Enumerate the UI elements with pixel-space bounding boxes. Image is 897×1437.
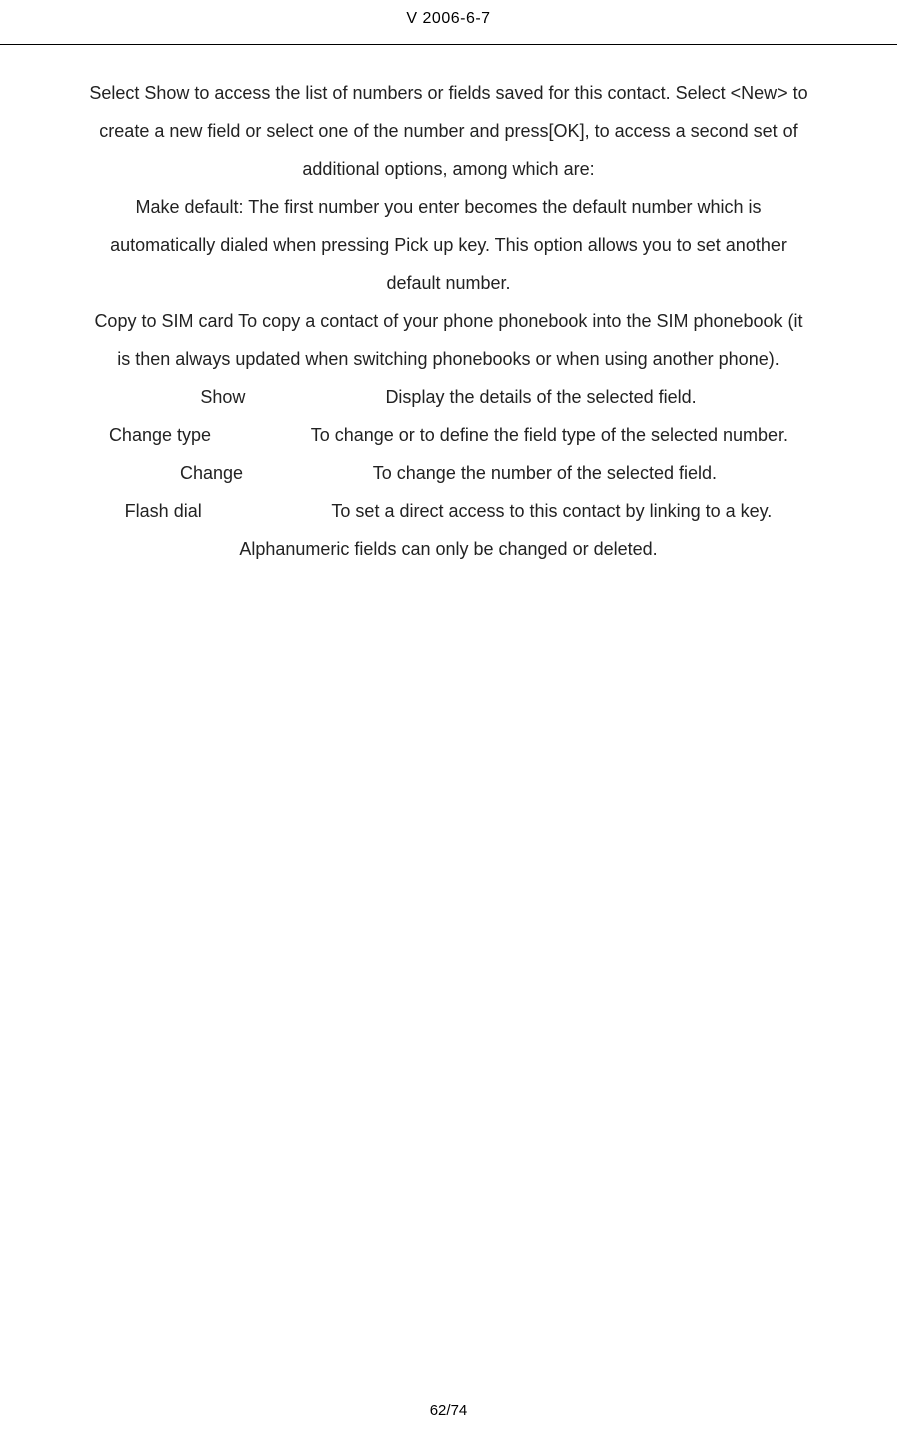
document-footer: 62/74 <box>0 1402 897 1419</box>
make-default-line-2: automatically dialed when pressing Pick … <box>4 227 893 263</box>
option-change: Change To change the number of the selec… <box>4 455 893 491</box>
alphanumeric-note: Alphanumeric fields can only be changed … <box>4 531 893 567</box>
document-header: V 2006-6-7 <box>0 0 897 40</box>
option-show-label: Show <box>200 387 245 407</box>
option-show-desc: Display the details of the selected fiel… <box>385 387 696 407</box>
page-number: 62/74 <box>430 1402 468 1419</box>
option-change-desc: To change the number of the selected fie… <box>373 463 717 483</box>
option-show: Show Display the details of the selected… <box>4 379 893 415</box>
option-flash-dial-desc: To set a direct access to this contact b… <box>331 501 772 521</box>
intro-line-1: Select Show to access the list of number… <box>4 75 893 111</box>
intro-line-3: additional options, among which are: <box>4 151 893 187</box>
option-change-type-label: Change type <box>109 425 211 445</box>
document-content: Select Show to access the list of number… <box>0 45 897 567</box>
make-default-line-1: Make default: The first number you enter… <box>4 189 893 225</box>
copy-sim-line-1: Copy to SIM card To copy a contact of yo… <box>4 303 893 339</box>
option-flash-dial-label: Flash dial <box>125 501 202 521</box>
intro-line-2: create a new field or select one of the … <box>4 113 893 149</box>
option-change-type-desc: To change or to define the field type of… <box>311 425 788 445</box>
option-change-label: Change <box>180 463 243 483</box>
make-default-line-3: default number. <box>4 265 893 301</box>
option-flash-dial: Flash dial To set a direct access to thi… <box>4 493 893 529</box>
copy-sim-line-2: is then always updated when switching ph… <box>4 341 893 377</box>
version-text: V 2006-6-7 <box>406 10 490 27</box>
option-change-type: Change type To change or to define the f… <box>4 417 893 453</box>
